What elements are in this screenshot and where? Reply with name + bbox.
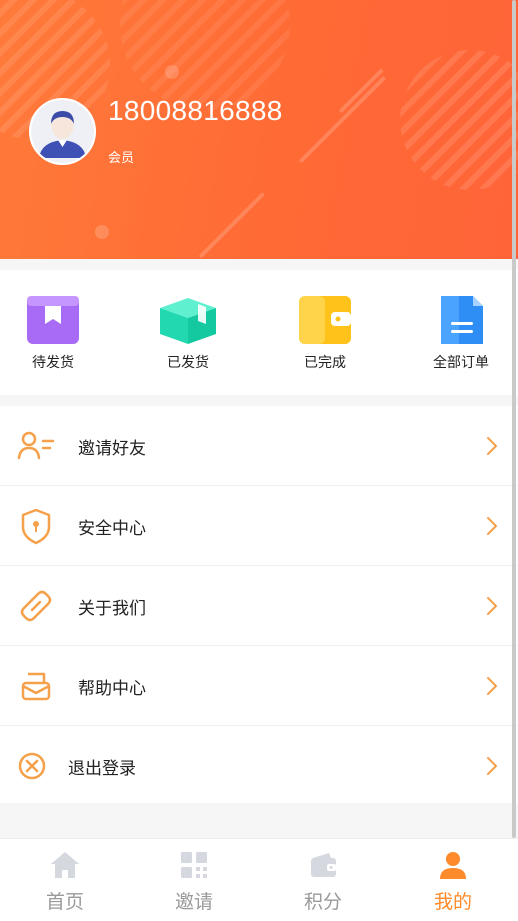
- member-badge: 会员: [108, 151, 135, 166]
- menu-security-center[interactable]: 安全中心: [0, 486, 518, 566]
- chevron-right-icon: [487, 597, 497, 615]
- menu-about-us[interactable]: 关于我们: [0, 566, 518, 646]
- header-decoration: [95, 225, 109, 239]
- profile-header: 18008816888 会员: [0, 0, 518, 259]
- header-decoration: [165, 65, 179, 79]
- avatar-person-icon: [31, 100, 94, 163]
- blue-document-icon: [441, 296, 483, 344]
- teal-package-icon: [160, 298, 216, 344]
- chevron-right-icon: [487, 517, 497, 535]
- home-icon: [51, 852, 79, 878]
- chevron-right-icon: [487, 437, 497, 455]
- message-box-icon: [21, 672, 51, 701]
- invite-user-icon: [17, 431, 55, 460]
- tab-points[interactable]: 积分: [273, 849, 373, 914]
- order-all[interactable]: 全部订单: [416, 294, 506, 372]
- tab-label: 我的: [433, 891, 472, 913]
- yellow-wallet-icon: [299, 296, 351, 344]
- menu-label: 安全中心: [78, 519, 146, 539]
- order-completed[interactable]: 已完成: [280, 294, 370, 372]
- scrollbar[interactable]: [512, 0, 516, 838]
- menu-invite-friends[interactable]: 邀请好友: [0, 406, 518, 486]
- close-circle-icon: [18, 752, 46, 780]
- tab-label: 首页: [45, 891, 84, 913]
- chevron-right-icon: [487, 757, 497, 775]
- order-label: 已完成: [304, 355, 346, 371]
- header-decoration: [338, 68, 384, 114]
- settings-menu: 邀请好友 安全中心 关于我们 帮助中心 退出登录: [0, 406, 518, 803]
- header-decoration: [120, 0, 290, 110]
- tab-invite[interactable]: 邀请: [144, 849, 244, 914]
- order-shipped[interactable]: 已发货: [143, 294, 233, 372]
- order-label: 已发货: [167, 355, 209, 371]
- order-label: 全部订单: [433, 355, 489, 371]
- menu-label: 帮助中心: [78, 679, 146, 699]
- header-decoration: [400, 50, 518, 190]
- header-decoration: [198, 191, 266, 259]
- chevron-right-icon: [487, 677, 497, 695]
- header-decoration: [298, 75, 387, 164]
- link-icon: [20, 590, 52, 622]
- tab-home[interactable]: 首页: [15, 849, 115, 914]
- avatar[interactable]: [29, 98, 96, 165]
- wallet-icon: [311, 853, 336, 877]
- purple-box-icon: [27, 296, 79, 344]
- menu-label: 邀请好友: [78, 439, 146, 459]
- user-icon: [440, 852, 466, 879]
- order-shortcuts: 待发货 已发货 已完成 全部订单: [0, 270, 518, 395]
- order-label: 待发货: [32, 355, 74, 371]
- grid-icon: [181, 852, 207, 878]
- tab-label: 积分: [303, 891, 342, 913]
- user-phone: 18008816888: [108, 95, 283, 126]
- order-pending-shipment[interactable]: 待发货: [8, 294, 98, 372]
- tab-mine[interactable]: 我的: [403, 849, 503, 914]
- menu-label: 关于我们: [78, 599, 146, 619]
- tab-label: 邀请: [174, 891, 213, 913]
- shield-lock-icon: [21, 508, 51, 545]
- menu-logout[interactable]: 退出登录: [0, 726, 518, 806]
- menu-help-center[interactable]: 帮助中心: [0, 646, 518, 726]
- bottom-tab-bar: 首页 邀请 积分 我的: [0, 838, 518, 921]
- menu-label: 退出登录: [68, 759, 136, 779]
